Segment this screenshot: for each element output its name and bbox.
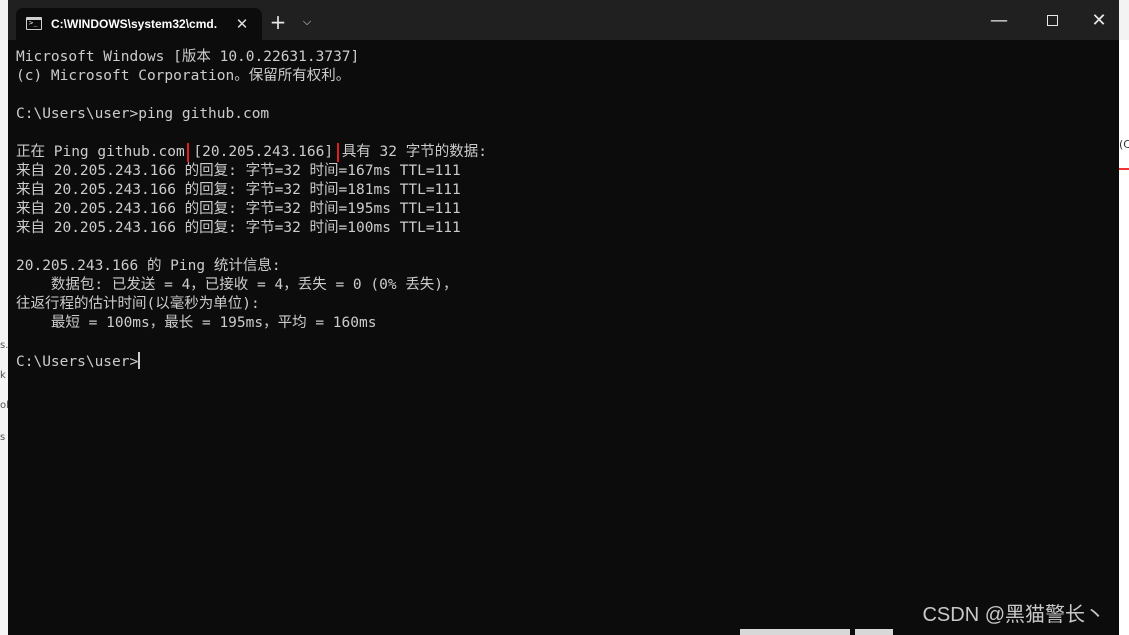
new-tab-button[interactable]: + <box>266 10 290 34</box>
console-line: (c) Microsoft Corporation。保留所有权利。 <box>16 68 351 84</box>
prompt: C:\Users\user> <box>16 354 139 370</box>
background-window-strip: s. k ol s <box>0 40 9 635</box>
text-cursor <box>138 352 141 369</box>
ping-suffix: 具有 32 字节的数据: <box>333 144 487 160</box>
console-line: Microsoft Windows [版本 10.0.22631.3737] <box>16 49 360 65</box>
minimize-button[interactable]: — <box>976 8 1022 34</box>
background-bar <box>740 629 850 635</box>
console-line: 来自 20.205.243.166 的回复: 字节=32 时间=181ms TT… <box>16 182 461 198</box>
console-line: 来自 20.205.243.166 的回复: 字节=32 时间=100ms TT… <box>16 220 461 236</box>
console-line: 最短 = 100ms，最长 = 195ms，平均 = 160ms <box>16 315 377 331</box>
background-text-fragment: (C <box>1119 138 1129 151</box>
tab-close-button[interactable]: ✕ <box>232 14 252 34</box>
background-red-line <box>1119 168 1129 170</box>
highlighted-ip: [20.205.243.166] <box>193 144 334 160</box>
console-line: C:\Users\user>ping github.com <box>16 106 270 122</box>
close-window-button[interactable]: ✕ <box>1076 8 1119 34</box>
title-bar[interactable]: C:\WINDOWS\system32\cmd. ✕ + ⌵ — ✕ <box>8 0 1119 40</box>
console-line: 来自 20.205.243.166 的回复: 字节=32 时间=195ms TT… <box>16 201 461 217</box>
tab-title: C:\WINDOWS\system32\cmd. <box>51 17 218 31</box>
console-line-ping: 正在 Ping github.com [20.205.243.166] 具有 3… <box>16 143 1111 162</box>
watermark: CSDN @黑猫警长丶 <box>922 604 1105 626</box>
console-output[interactable]: Microsoft Windows [版本 10.0.22631.3737] (… <box>16 48 1111 628</box>
ping-prefix: 正在 Ping github.com <box>16 144 194 160</box>
terminal-icon <box>26 17 42 30</box>
console-line: 20.205.243.166 的 Ping 统计信息: <box>16 258 281 274</box>
background-window-right: (C <box>1119 40 1129 635</box>
tab-cmd[interactable]: C:\WINDOWS\system32\cmd. ✕ <box>16 8 262 40</box>
background-bar <box>855 629 893 635</box>
console-line: 数据包: 已发送 = 4，已接收 = 4，丢失 = 0 (0% 丢失)， <box>16 277 458 293</box>
console-line: 来自 20.205.243.166 的回复: 字节=32 时间=167ms TT… <box>16 163 461 179</box>
maximize-button[interactable] <box>1047 15 1058 26</box>
background-text-fragment: k <box>0 370 6 381</box>
terminal-window: C:\WINDOWS\system32\cmd. ✕ + ⌵ — ✕ Micro… <box>8 0 1119 635</box>
tab-dropdown-button[interactable]: ⌵ <box>296 10 318 34</box>
console-line: 往返行程的估计时间(以毫秒为单位): <box>16 296 260 312</box>
console-prompt-line[interactable]: C:\Users\user> <box>16 352 1111 371</box>
background-text-fragment: s <box>0 432 6 443</box>
